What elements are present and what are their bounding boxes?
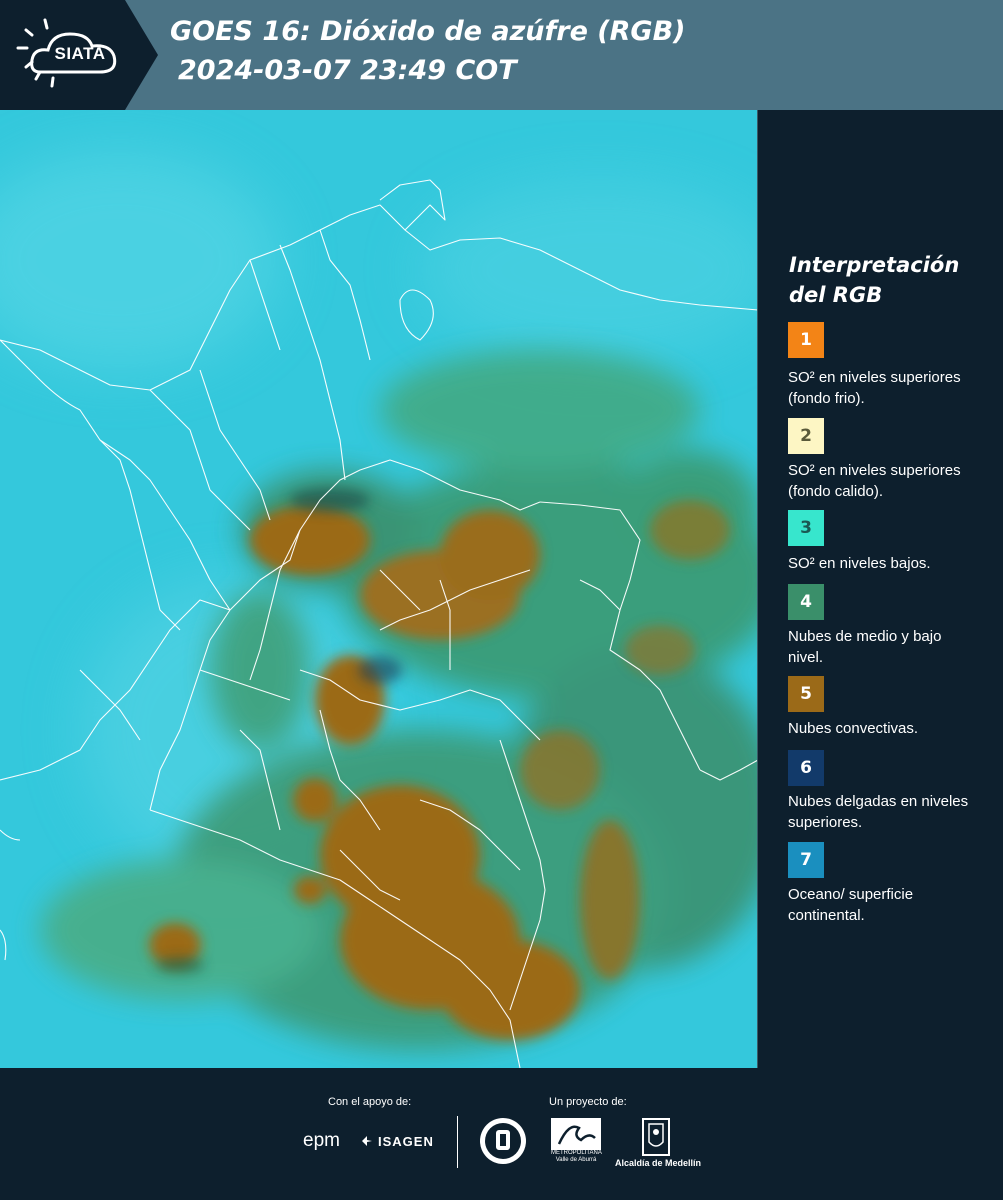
legend-swatch-3: 3 xyxy=(788,510,824,546)
footer: Con el apoyo de: Un proyecto de: epm ISA… xyxy=(0,1068,1003,1200)
legend-desc-1: SO² en niveles superiores (fondo frio). xyxy=(788,369,961,407)
epm-logo: epm xyxy=(303,1130,340,1151)
logo-text: SIATA xyxy=(54,44,106,63)
project-label: Un proyecto de: xyxy=(549,1096,627,1108)
medellin-seal-icon xyxy=(480,1118,526,1164)
legend-desc-5: Nubes convectivas. xyxy=(788,720,919,737)
page-title: GOES 16: Dióxido de azúfre (RGB) xyxy=(170,16,686,47)
legend-swatch-6: 6 xyxy=(788,750,824,786)
legend-desc-3: SO² en niveles bajos. xyxy=(788,555,931,572)
legend-desc-4: Nubes de medio y bajo nivel. xyxy=(788,628,942,666)
rgb-legend: Interpretación del RGB 1 SO² en niveles … xyxy=(758,110,1003,1068)
isagen-logo: ISAGEN xyxy=(378,1134,434,1149)
legend-swatch-5: 5 xyxy=(788,676,824,712)
legend-desc-6: Nubes delgadas en niveles superiores. xyxy=(788,793,969,831)
legend-swatch-2: 2 xyxy=(788,418,824,454)
legend-title: Interpretación del RGB xyxy=(789,253,960,307)
support-label: Con el apoyo de: xyxy=(328,1096,412,1108)
timestamp: 2024-03-07 23:49 COT xyxy=(178,55,517,86)
legend-swatch-4: 4 xyxy=(788,584,824,620)
siata-logo: SIATA xyxy=(0,0,158,110)
header-bar: SIATA GOES 16: Dióxido de azúfre (RGB) 2… xyxy=(0,0,1003,110)
isagen-icon xyxy=(362,1136,372,1146)
area-metropolitana-logo xyxy=(551,1118,601,1150)
legend-swatch-7: 7 xyxy=(788,842,824,878)
satellite-rgb-map xyxy=(0,110,758,1068)
legend-desc-2: SO² en niveles superiores (fondo calido)… xyxy=(788,462,961,500)
area-metropolitana-text: METROPOLITANA Valle de Aburrá xyxy=(551,1150,602,1163)
footer-divider xyxy=(457,1116,458,1168)
legend-swatch-1: 1 xyxy=(788,322,824,358)
alcaldia-shield-icon xyxy=(642,1118,670,1156)
alcaldia-text: Alcaldía de Medellín xyxy=(614,1158,702,1168)
legend-desc-7: Oceano/ superficie continental. xyxy=(788,886,914,924)
